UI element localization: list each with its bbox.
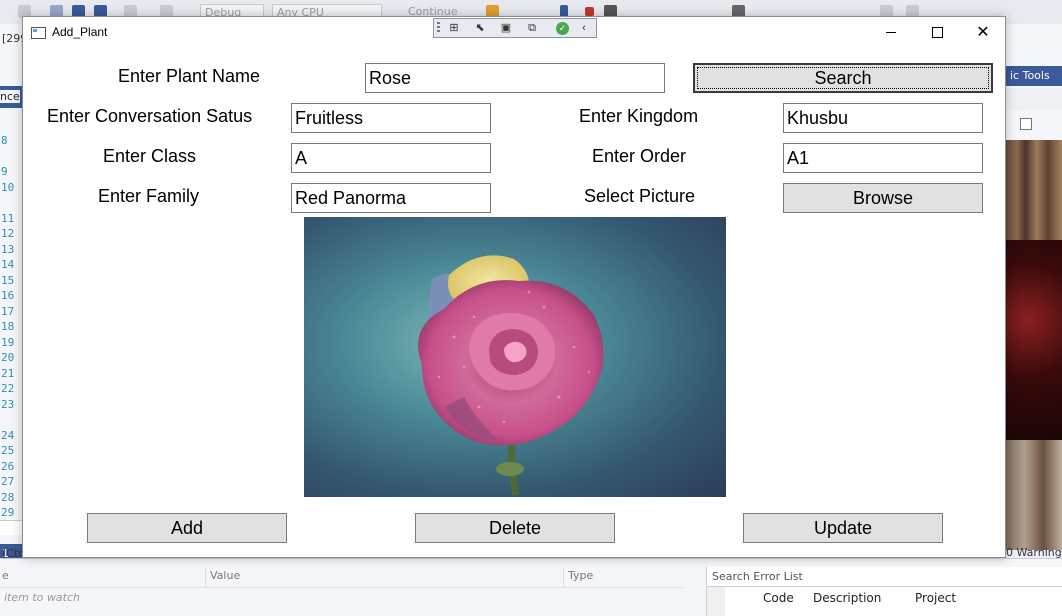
minimize-icon [886, 31, 896, 33]
line-number: 18 [1, 320, 15, 333]
error-list-panel: Search Error List Code Description Proje… [706, 567, 1062, 616]
line-number: 11 [1, 211, 15, 225]
shelf-image [1006, 440, 1062, 550]
plant-picture [304, 217, 726, 497]
line-number: 17 [1, 304, 15, 318]
column-divider[interactable] [563, 567, 564, 587]
kingdom-input[interactable] [783, 103, 983, 133]
layout-adorner-icon[interactable]: ▣ [498, 21, 514, 35]
galaxy-image [1006, 240, 1062, 440]
maximize-icon [931, 26, 943, 38]
watch-col-name: e [2, 569, 9, 582]
error-col-description[interactable]: Description [813, 591, 881, 605]
title-bar[interactable]: Add_Plant ⊞ ⬉ ▣ ⧉ ✓ ‹ ✕ [23, 17, 1005, 47]
line-number [0, 150, 22, 166]
line-number: 12 [1, 227, 15, 240]
line-number: 16 [1, 289, 15, 302]
error-col-code[interactable]: Code [763, 591, 794, 605]
window-app-icon [31, 27, 46, 39]
close-icon: ✕ [976, 24, 990, 41]
checkbox[interactable] [1020, 118, 1032, 130]
line-number: 27 [1, 475, 15, 488]
line-number: 21 [1, 366, 15, 380]
editor-tab-strip[interactable] [0, 520, 22, 535]
line-number: 15 [1, 273, 15, 287]
ide-bottom-panels: (Ctrl e Value Type item to watch Search … [0, 547, 1062, 616]
stop-icon[interactable] [585, 7, 594, 16]
ide-right-panel: ic Tools 0 Warnings [1006, 24, 1062, 559]
line-number: 19 [1, 335, 15, 349]
search-button[interactable]: Search [693, 63, 993, 93]
line-number: 24 [1, 428, 15, 442]
order-label: Enter Order [592, 146, 687, 166]
collapse-chevron-icon[interactable]: ‹ [576, 21, 592, 35]
window-title: Add_Plant [52, 25, 108, 39]
diagnostic-toolbar [1006, 88, 1062, 110]
rose-image [418, 255, 604, 496]
line-number: 22 [1, 382, 15, 395]
column-divider[interactable] [205, 567, 206, 587]
watch-col-type: Type [568, 569, 594, 582]
ide-editor-gutter: [299 nce 8 9 10 11 12 13 14 15 16 17 18 19 20 21 22 23 2… [0, 24, 27, 564]
error-col-project[interactable]: Project [915, 591, 956, 605]
line-number: 23 [1, 397, 15, 411]
maximize-button[interactable] [914, 17, 960, 47]
order-input[interactable] [783, 143, 983, 173]
select-element-icon[interactable]: ⬉ [472, 21, 488, 35]
live-tree-icon[interactable]: ⊞ [446, 21, 462, 35]
line-number [0, 196, 22, 212]
add-plant-window: Add_Plant ⊞ ⬉ ▣ ⧉ ✓ ‹ ✕ Enter Plant Name… [22, 16, 1006, 558]
line-numbers: 8 9 10 11 12 13 14 15 16 17 18 19 20 21 22 23 24 25 26 27 28… [0, 134, 22, 522]
family-input[interactable] [291, 183, 491, 213]
line-number: 26 [1, 459, 15, 473]
conservation-status-input[interactable] [291, 103, 491, 133]
track-focus-icon[interactable]: ⧉ [524, 21, 540, 35]
panel-label: nce [0, 90, 20, 103]
toolbar-grip-icon[interactable] [437, 22, 440, 34]
add-button[interactable]: Add [87, 513, 287, 543]
update-button[interactable]: Update [743, 513, 943, 543]
bookshelf-image [1006, 140, 1062, 240]
watch-col-value: Value [210, 569, 241, 582]
line-number: 25 [1, 444, 15, 457]
kingdom-label: Enter Kingdom [579, 106, 699, 126]
add-watch-row[interactable]: item to watch [0, 587, 683, 607]
select-picture-label: Select Picture [584, 186, 696, 206]
close-button[interactable]: ✕ [960, 17, 1006, 47]
line-number: 28 [1, 490, 15, 504]
plant-name-label: Enter Plant Name [118, 66, 261, 86]
line-number: 20 [1, 351, 15, 364]
conservation-status-label: Enter Conversation Satus [47, 106, 253, 126]
line-number [0, 413, 22, 429]
error-list-scroll[interactable] [707, 587, 725, 616]
class-input[interactable] [291, 143, 491, 173]
class-label: Enter Class [103, 146, 197, 166]
browse-button[interactable]: Browse [783, 183, 983, 213]
line-number: 14 [1, 258, 15, 271]
minimize-button[interactable] [868, 17, 914, 47]
diagnostic-tools-title: ic Tools [1006, 66, 1062, 86]
line-number: 10 [1, 180, 15, 194]
line-number: 9 [1, 165, 8, 178]
delete-button[interactable]: Delete [415, 513, 615, 543]
xaml-debug-toolbar: ⊞ ⬉ ▣ ⧉ ✓ ‹ [433, 18, 597, 38]
hot-reload-ok-icon[interactable]: ✓ [556, 22, 569, 35]
family-label: Enter Family [98, 186, 200, 206]
plant-name-input[interactable] [365, 63, 665, 93]
line-number: 13 [1, 242, 15, 256]
error-list-search[interactable]: Search Error List [707, 567, 1062, 587]
line-number: 8 [1, 134, 8, 147]
